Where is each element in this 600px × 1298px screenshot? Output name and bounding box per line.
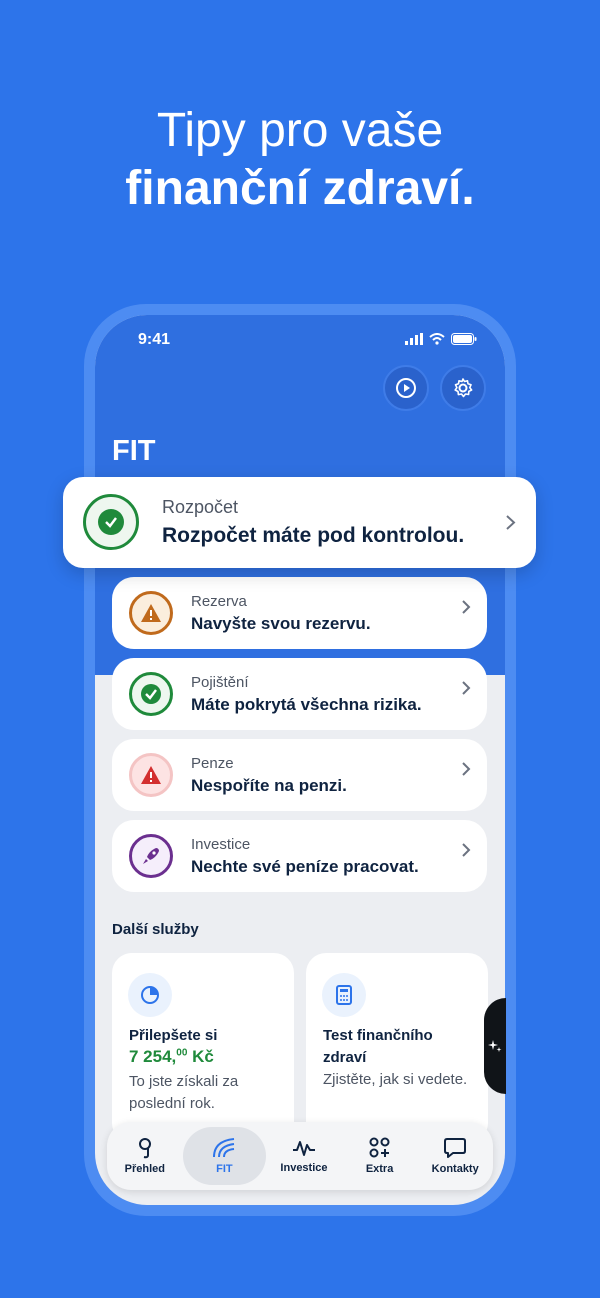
service-subtitle: To jste získali za poslední rok. [129,1073,239,1112]
card-category: Investice [191,836,251,853]
pulse-icon [292,1141,315,1156]
card-category: Pojištění [191,674,249,691]
tab-label: Přehled [124,1163,165,1175]
check-icon [83,494,139,550]
headline-line-2: finanční zdraví. [125,162,475,215]
status-icons [405,333,477,345]
tab-extra[interactable]: Extra [342,1127,418,1185]
alert-icon [129,753,173,797]
grid-plus-icon [369,1137,390,1158]
calculator-icon [322,973,366,1017]
rocket-icon [129,834,173,878]
tip-card-penze[interactable]: Penze Nespoříte na penzi. [112,739,487,811]
tab-label: Investice [280,1162,328,1174]
play-icon [396,378,416,398]
chevron-right-icon [462,681,471,695]
tab-kontakty[interactable]: Kontakty [417,1127,493,1185]
signal-icon [405,333,423,345]
tab-label: Extra [365,1163,394,1175]
card-text: Rozpočet máte pod kontrolou. [162,524,465,547]
phone-screen: 9:41 FIT Rezerva Navyšte svou rezervu. P… [95,315,505,1205]
chat-icon [444,1138,467,1158]
tip-card-investice[interactable]: Investice Nechte své peníze pracovat. [112,820,487,892]
card-text: Navyšte svou rezervu. [191,614,371,633]
assistant-handle[interactable] [484,998,506,1094]
tip-card-pojisteni[interactable]: Pojištění Máte pokrytá všechna rizika. [112,658,487,730]
chevron-right-icon [462,762,471,776]
pie-chart-icon [128,973,172,1017]
check-icon [129,672,173,716]
service-card-cashback[interactable]: Přilepšete si 7 254,00 Kč To jste získal… [112,953,294,1143]
battery-icon [451,333,477,345]
tip-card-rozpocet[interactable]: Rozpočet Rozpočet máte pod kontrolou. [63,477,536,568]
section-title: Další služby [112,921,199,938]
play-button[interactable] [383,365,429,411]
tab-label: Kontakty [431,1163,479,1175]
headline-line-1: Tipy pro vaše [156,104,444,157]
card-category: Rozpočet [162,497,239,517]
service-card-health-test[interactable]: Test finančního zdraví Zjistěte, jak si … [306,953,488,1143]
headline: Tipy pro vaše finanční zdraví. [0,102,600,218]
tab-prehled[interactable]: Přehled [107,1127,183,1185]
service-title: Test finančního zdraví [323,1027,433,1066]
card-category: Rezerva [191,593,247,610]
warning-icon [129,591,173,635]
overview-icon [138,1138,151,1159]
fit-icon [213,1138,235,1158]
status-time: 9:41 [138,331,171,348]
tip-card-rezerva[interactable]: Rezerva Navyšte svou rezervu. [112,577,487,649]
chevron-right-icon [462,843,471,857]
tab-bar: Přehled FIT Investice Extra Kontakty [107,1122,493,1190]
settings-button[interactable] [440,365,486,411]
card-text: Máte pokrytá všechna rizika. [191,695,422,714]
gear-icon [454,378,473,398]
card-text: Nechte své peníze pracovat. [191,857,419,876]
card-category: Penze [191,755,234,772]
tab-label: FIT [216,1163,233,1175]
sparkle-icon [488,1040,502,1052]
service-subtitle: Zjistěte, jak si vedete. [323,1071,468,1088]
card-text: Nespoříte na penzi. [191,776,347,795]
service-amount: 7 254,00 Kč [129,1047,214,1066]
page-title: FIT [112,435,156,467]
tab-fit[interactable]: FIT [182,1127,267,1185]
service-title: Přilepšete si [129,1027,218,1044]
chevron-right-icon [462,600,471,614]
wifi-icon [429,333,445,345]
chevron-right-icon [506,515,516,530]
tab-investice[interactable]: Investice [266,1127,342,1185]
